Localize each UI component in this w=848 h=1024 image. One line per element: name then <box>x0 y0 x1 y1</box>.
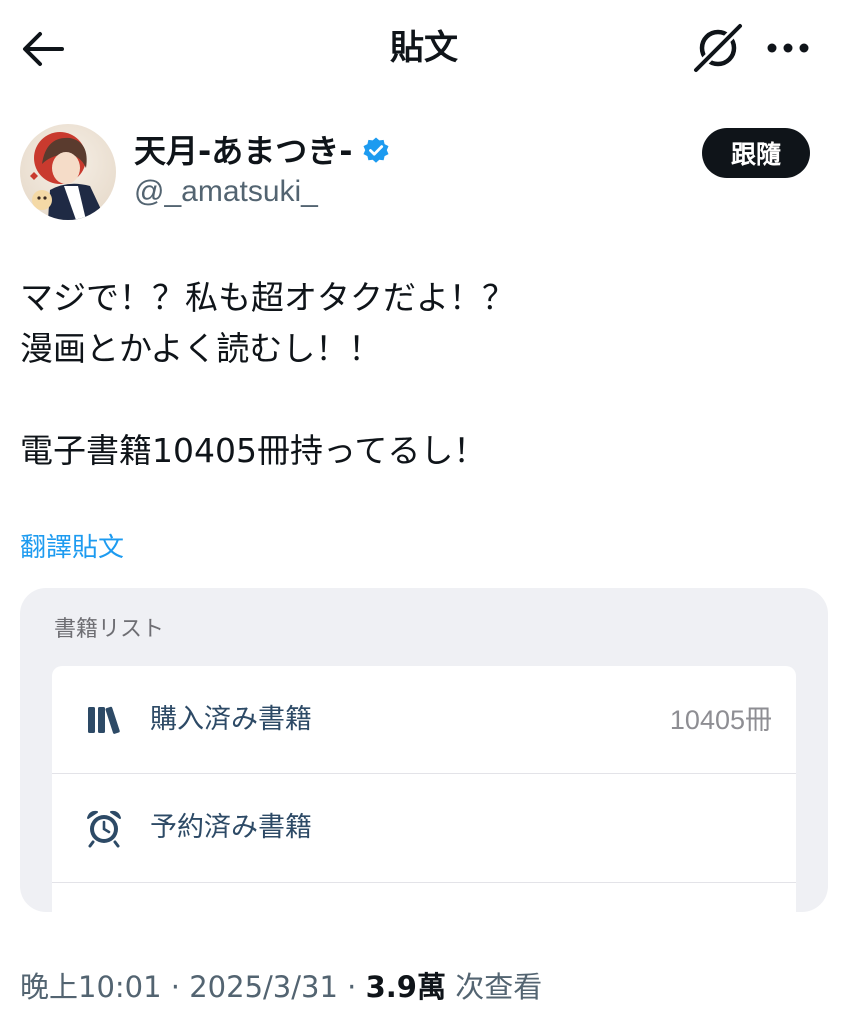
more-horizontal-icon <box>767 43 809 53</box>
meta-separator: · <box>170 970 181 1004</box>
books-icon <box>88 706 120 734</box>
post-line: 電子書籍10405冊持ってるし！ <box>20 431 487 470</box>
list-item-purchased-books[interactable]: 購入済み書籍 10405冊 <box>52 666 796 774</box>
post-meta: 晚上10:01 · 2025/3/31 · 3.9萬 次查看 <box>20 966 542 1008</box>
alarm-clock-icon <box>87 810 121 848</box>
meta-separator: · <box>347 970 357 1004</box>
avatar[interactable] <box>20 124 116 220</box>
row-label: 予約済み書籍 <box>150 812 312 843</box>
translate-post-link[interactable]: 翻譯貼文 <box>20 528 124 568</box>
views-count[interactable]: 3.9萬 <box>366 970 446 1004</box>
author-handle[interactable]: @_amatsuki_ <box>134 172 318 212</box>
divider <box>52 882 796 883</box>
list-item-reserved-books[interactable]: 予約済み書籍 <box>52 774 796 882</box>
book-list-panel: 購入済み書籍 10405冊 予約済み書籍 <box>52 666 796 912</box>
row-label: 購入済み書籍 <box>150 704 312 735</box>
views-label: 次查看 <box>455 970 543 1004</box>
post-date[interactable]: 2025/3/31 <box>189 970 338 1004</box>
more-button[interactable] <box>762 28 814 68</box>
embedded-image-card[interactable]: 書籍リスト 購入済み書籍 10405冊 予約済み書籍 <box>20 588 828 912</box>
post-text: マジで！？私も超オタクだよ！？ 漫画とかよく読むし！！ 電子書籍10405冊持っ… <box>20 272 820 476</box>
grok-icon <box>691 21 745 75</box>
post-line-blank <box>20 374 820 425</box>
card-title: 書籍リスト <box>54 617 165 642</box>
post-line: 漫画とかよく読むし！！ <box>20 329 382 368</box>
display-name[interactable]: 天月-あまつき- <box>134 129 353 173</box>
row-count: 10405冊 <box>669 705 772 735</box>
post-line: マジで！？私も超オタクだよ！？ <box>20 278 515 317</box>
author-name-row: 天月-あまつき- <box>134 128 391 174</box>
post-time[interactable]: 晚上10:01 <box>20 970 162 1004</box>
grok-button[interactable] <box>690 21 746 75</box>
follow-button[interactable]: 跟隨 <box>702 128 810 178</box>
verified-badge-icon <box>363 137 389 163</box>
